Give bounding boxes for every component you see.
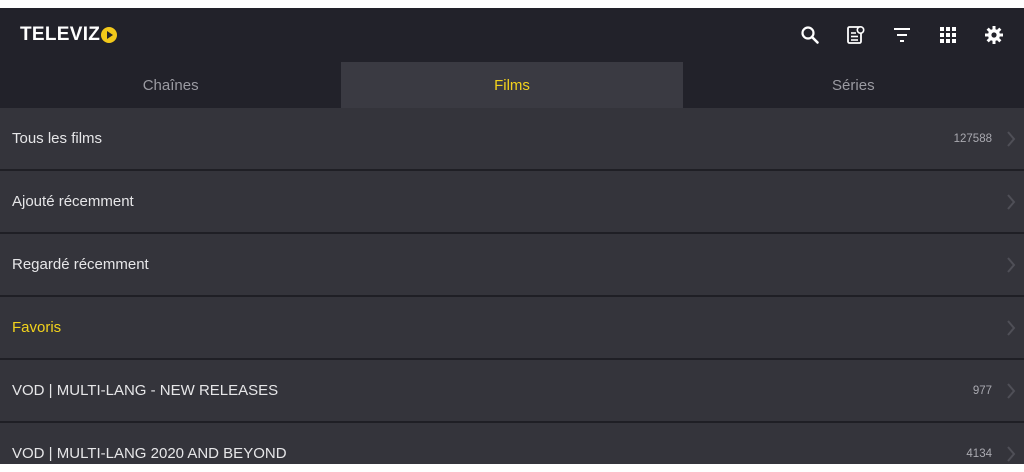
tab-bar: Chaînes Films Séries <box>0 62 1024 108</box>
list-item[interactable]: VOD | MULTI-LANG 2020 AND BEYOND 4134 <box>0 423 1024 464</box>
chevron-right-icon <box>1000 317 1022 339</box>
list-item[interactable]: Regardé récemment <box>0 234 1024 297</box>
epg-icon[interactable] <box>844 23 868 47</box>
chevron-right-icon <box>1000 443 1022 465</box>
list-item-count: 127588 <box>953 132 992 145</box>
settings-icon[interactable] <box>982 23 1006 47</box>
app-window: TELEVIZ Chaînes Films Séries Tous les fi… <box>0 8 1024 464</box>
logo-text: TELEVIZ <box>20 24 101 45</box>
list-item[interactable]: Ajouté récemment <box>0 171 1024 234</box>
tab-label: Séries <box>832 76 875 94</box>
grid-icon[interactable] <box>936 23 960 47</box>
list-item[interactable]: Tous les films 127588 <box>0 108 1024 171</box>
list-item-label: VOD | MULTI-LANG 2020 AND BEYOND <box>12 445 287 462</box>
tab-films[interactable]: Films <box>341 62 683 108</box>
list-item-label: Regardé récemment <box>12 256 149 273</box>
category-list: Tous les films 127588 Ajouté récemment R… <box>0 108 1024 464</box>
toolbar-actions <box>798 23 1006 47</box>
chevron-right-icon <box>1000 191 1022 213</box>
top-bar: TELEVIZ <box>0 8 1024 62</box>
list-item-label: Favoris <box>12 319 62 336</box>
list-item-label: VOD | MULTI-LANG - NEW RELEASES <box>12 382 279 399</box>
list-item-count: 977 <box>972 384 992 397</box>
chevron-right-icon <box>1000 380 1022 402</box>
filter-icon[interactable] <box>890 23 914 47</box>
tab-series[interactable]: Séries <box>683 62 1024 108</box>
tab-label: Chaînes <box>142 76 199 94</box>
list-item-favorites[interactable]: Favoris <box>0 297 1024 360</box>
list-item[interactable]: VOD | MULTI-LANG - NEW RELEASES 977 <box>0 360 1024 423</box>
tab-label: Films <box>494 76 530 94</box>
logo-play-icon <box>101 27 118 43</box>
search-icon[interactable] <box>798 23 822 47</box>
tab-chaines[interactable]: Chaînes <box>0 62 341 108</box>
list-item-label: Ajouté récemment <box>12 193 134 210</box>
logo: TELEVIZ <box>20 24 118 46</box>
chevron-right-icon <box>1000 128 1022 150</box>
list-item-label: Tous les films <box>12 130 103 147</box>
chevron-right-icon <box>1000 254 1022 276</box>
list-item-count: 4134 <box>966 447 992 460</box>
